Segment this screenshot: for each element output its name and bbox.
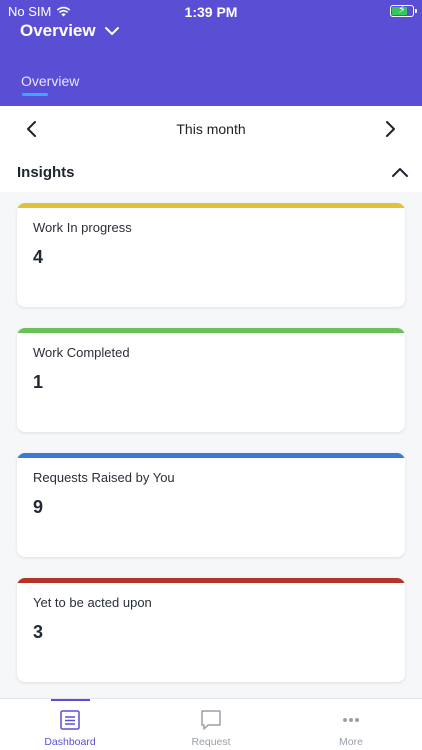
nav-active-indicator — [51, 699, 90, 701]
card-label: Work Completed — [33, 345, 130, 360]
insight-card-work-completed[interactable]: Work Completed 1 — [17, 328, 405, 432]
dashboard-icon — [60, 710, 80, 730]
app-header: No SIM 1:39 PM ⚡ Overview Overview — [0, 0, 422, 106]
card-color-bar — [17, 328, 405, 333]
next-period-button[interactable] — [380, 119, 400, 139]
card-value: 4 — [33, 247, 44, 267]
card-label: Work In progress — [33, 220, 132, 235]
nav-request[interactable]: Request — [141, 699, 281, 750]
card-value: 9 — [33, 497, 44, 517]
insights-title: Insights — [17, 164, 75, 181]
status-time: 1:39 PM — [184, 4, 238, 20]
tab-overview[interactable]: Overview — [21, 73, 79, 89]
bottom-navigation: Dashboard Request More — [0, 698, 422, 750]
card-value: 3 — [33, 622, 44, 642]
card-value: 1 — [33, 372, 44, 392]
insights-cards: Work In progress 4 Work Completed 1 Requ… — [0, 192, 422, 698]
period-label[interactable]: This month — [0, 121, 422, 137]
nav-more[interactable]: More — [281, 699, 421, 750]
card-label: Yet to be acted upon — [33, 595, 152, 610]
chevron-down-icon — [104, 27, 119, 35]
insight-card-yet-to-be-acted[interactable]: Yet to be acted upon 3 — [17, 578, 405, 682]
battery-icon: ⚡ — [390, 4, 417, 17]
insights-section-header[interactable]: Insights — [0, 152, 422, 192]
nav-label: Request — [191, 736, 231, 748]
chat-bubble-icon — [201, 710, 221, 730]
card-color-bar — [17, 453, 405, 458]
page-title: Overview — [20, 21, 96, 40]
chevron-up-icon[interactable] — [390, 163, 410, 183]
overview-dropdown[interactable]: Overview — [20, 21, 120, 41]
tab-active-indicator — [22, 93, 48, 96]
insight-card-requests-raised[interactable]: Requests Raised by You 9 — [17, 453, 405, 557]
nav-dashboard[interactable]: Dashboard — [0, 699, 140, 750]
more-dots-icon — [343, 718, 359, 722]
period-selector: This month — [0, 106, 422, 152]
card-color-bar — [17, 578, 405, 583]
card-color-bar — [17, 203, 405, 208]
card-label: Requests Raised by You — [33, 470, 175, 485]
charging-bolt-icon: ⚡ — [398, 4, 406, 16]
status-bar: No SIM 1:39 PM ⚡ — [0, 0, 422, 22]
nav-label: More — [339, 736, 363, 748]
insight-card-work-in-progress[interactable]: Work In progress 4 — [17, 203, 405, 307]
nav-label: Dashboard — [44, 736, 96, 748]
